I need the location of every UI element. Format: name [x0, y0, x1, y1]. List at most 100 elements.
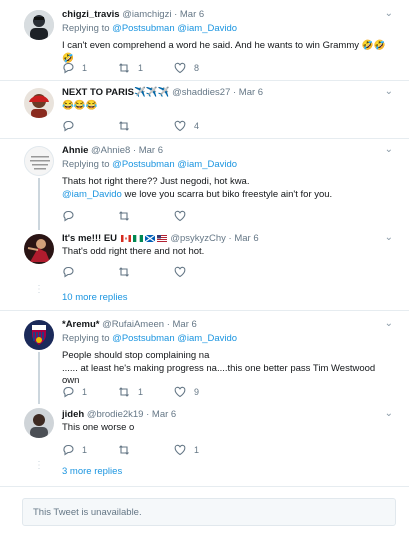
more-replies-link[interactable]: 3 more replies [62, 466, 122, 477]
tweet-text: I can't even comprehend a word he said. … [62, 40, 386, 64]
replying-to-link[interactable]: @Postsubman @iam_Davido [112, 333, 237, 344]
display-name[interactable]: Ahnie [62, 145, 88, 156]
chevron-down-icon[interactable]: ⌄ [385, 318, 393, 329]
handle[interactable]: @iamchigzi [122, 9, 171, 20]
retweet-icon [119, 445, 129, 455]
like-button[interactable]: 1 [174, 444, 199, 456]
like-button[interactable]: 9 [174, 386, 199, 398]
chevron-down-icon[interactable]: ⌄ [385, 144, 393, 155]
retweet-icon [119, 63, 129, 73]
mention-link[interactable]: @iam_Davido [62, 189, 122, 200]
avatar[interactable] [24, 234, 54, 264]
timestamp[interactable]: · Mar 6 [133, 145, 163, 156]
display-name[interactable]: chigzi_travis [62, 9, 120, 20]
airplane-icon: ✈️✈️✈️ [133, 87, 170, 98]
tweet[interactable]: It's me!!! EU @psykyzChy · Mar 6 ⌄ That'… [0, 232, 409, 304]
display-name[interactable]: NEXT TO PARIS✈️✈️✈️ [62, 87, 169, 98]
avatar[interactable] [24, 408, 54, 438]
retweet-count: 1 [138, 387, 144, 397]
reply-button[interactable]: 1 [62, 386, 87, 398]
tweet[interactable]: chigzi_travis @iamchigzi · Mar 6 ⌄ Reply… [0, 8, 409, 82]
avatar[interactable] [24, 10, 54, 40]
tweet-text: People should stop complaining na ......… [62, 350, 376, 386]
reply-button[interactable]: 1 [62, 444, 87, 456]
chevron-down-icon[interactable]: ⌄ [385, 408, 393, 419]
tweet[interactable]: jideh @brodie2k19 · Mar 6 ⌄ This one wor… [0, 408, 409, 482]
avatar[interactable] [24, 146, 54, 176]
reply-count: 1 [82, 445, 88, 455]
reply-icon [63, 120, 74, 132]
reply-icon [63, 444, 74, 456]
timestamp[interactable]: · Mar 6 [174, 9, 204, 20]
tweet[interactable]: Ahnie @Ahnie8 · Mar 6 ⌄ Replying to @Pos… [0, 144, 409, 226]
retweet-button[interactable] [118, 210, 138, 222]
handle[interactable]: @Ahnie8 [91, 145, 130, 156]
thread-dots: ⋮ [34, 460, 44, 471]
retweet-button[interactable] [118, 266, 138, 278]
divider [0, 486, 409, 487]
retweet-button[interactable] [118, 444, 138, 456]
display-name[interactable]: *Aremu* [62, 319, 100, 330]
timestamp[interactable]: · Mar 6 [233, 87, 263, 98]
flag-scotland-icon [144, 234, 155, 242]
handle[interactable]: @shaddies27 [172, 87, 230, 98]
reply-icon [63, 266, 74, 278]
divider [0, 138, 409, 139]
replying-to: Replying to @Postsubman @iam_Davido [62, 23, 238, 34]
divider [0, 80, 409, 81]
display-name[interactable]: jideh [62, 409, 84, 420]
tweet[interactable]: *Aremu* @RufaiAmeen · Mar 6 ⌄ Replying t… [0, 318, 409, 404]
thread-line [38, 352, 40, 404]
heart-icon [174, 266, 186, 278]
more-replies-link[interactable]: 10 more replies [62, 292, 127, 303]
handle[interactable]: @RufaiAmeen [102, 319, 164, 330]
like-button[interactable] [174, 266, 194, 278]
tweet-text: 😂😂😂 [62, 100, 98, 111]
chevron-down-icon[interactable]: ⌄ [385, 86, 393, 97]
tweet[interactable]: NEXT TO PARIS✈️✈️✈️ @shaddies27 · Mar 6 … [0, 86, 409, 136]
handle[interactable]: @psykyzChy [170, 233, 226, 244]
chevron-down-icon[interactable]: ⌄ [385, 232, 393, 243]
flag-canada-icon [120, 234, 131, 242]
tweet-text: Thats hot right there?? Just negodi, hot… [62, 176, 333, 200]
retweet-icon [119, 121, 129, 131]
display-name[interactable]: It's me!!! EU [62, 233, 170, 244]
tweet-header: Ahnie @Ahnie8 · Mar 6 [62, 144, 163, 157]
thread-dots: ⋮ [34, 284, 44, 295]
timestamp[interactable]: · Mar 6 [167, 319, 197, 330]
retweet-button[interactable]: 1 [118, 386, 143, 398]
reply-button[interactable] [62, 120, 82, 132]
reply-button[interactable] [62, 266, 82, 278]
retweet-icon [119, 267, 129, 277]
replying-to: Replying to @Postsubman @iam_Davido [62, 159, 238, 170]
reply-button[interactable]: 1 [62, 62, 87, 74]
replying-to-link[interactable]: @Postsubman @iam_Davido [112, 159, 237, 170]
timestamp[interactable]: · Mar 6 [229, 233, 259, 244]
tweet-text: This one worse o [62, 422, 135, 433]
retweet-button[interactable]: 1 [118, 62, 143, 74]
divider [0, 310, 409, 311]
reply-icon [63, 386, 74, 398]
thread-line [38, 178, 40, 230]
replying-to-link[interactable]: @Postsubman @iam_Davido [112, 23, 237, 34]
reply-count: 1 [82, 387, 88, 397]
avatar[interactable] [24, 88, 54, 118]
reply-icon [63, 62, 74, 74]
like-button[interactable]: 8 [174, 62, 199, 74]
tweet-header: chigzi_travis @iamchigzi · Mar 6 [62, 8, 204, 21]
heart-icon [174, 120, 186, 132]
retweet-icon [119, 211, 129, 221]
like-button[interactable]: 4 [174, 120, 199, 132]
avatar[interactable] [24, 320, 54, 350]
like-count: 9 [194, 387, 200, 397]
like-button[interactable] [174, 210, 194, 222]
reply-icon [63, 210, 74, 222]
timestamp[interactable]: · Mar 6 [146, 409, 176, 420]
reply-button[interactable] [62, 210, 82, 222]
reply-count: 1 [82, 63, 88, 73]
heart-icon [174, 386, 186, 398]
retweet-button[interactable] [118, 120, 138, 132]
handle[interactable]: @brodie2k19 [87, 409, 144, 420]
heart-icon [174, 62, 186, 74]
chevron-down-icon[interactable]: ⌄ [385, 8, 393, 19]
